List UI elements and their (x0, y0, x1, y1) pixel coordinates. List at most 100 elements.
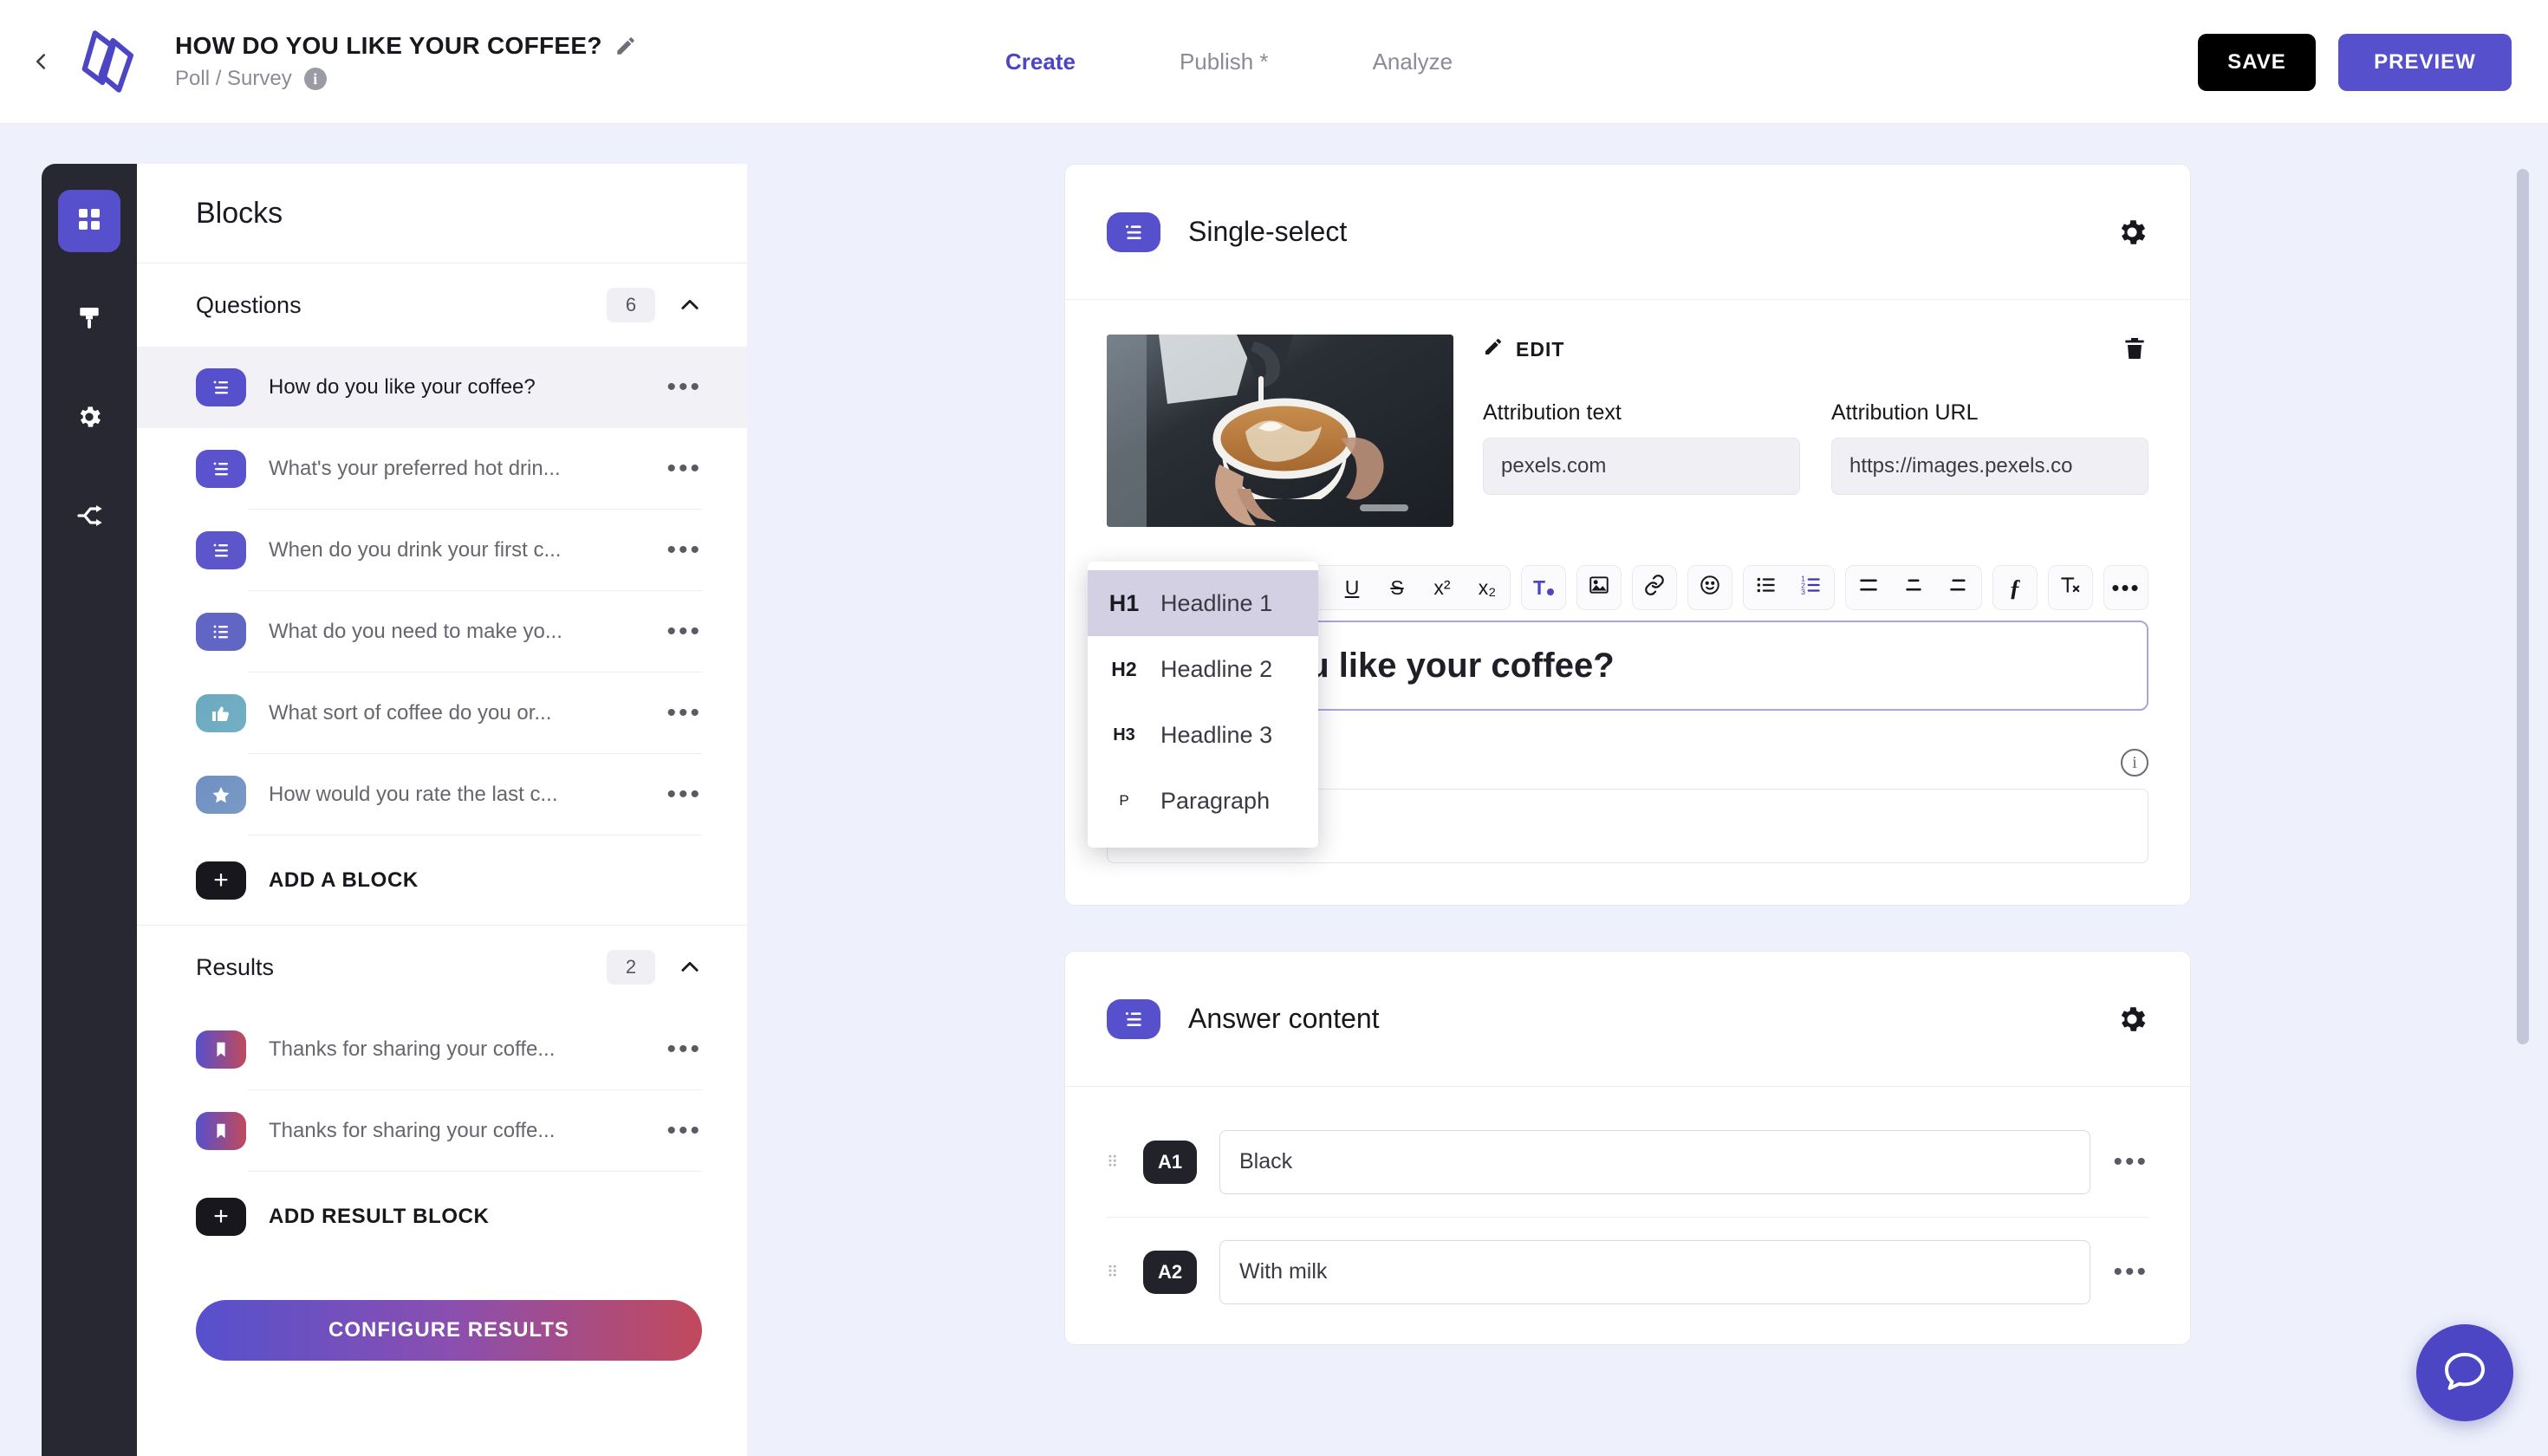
drag-handle-icon[interactable]: ⠿ (1107, 1264, 1129, 1279)
strikethrough-button[interactable]: S (1375, 565, 1420, 610)
style-option-label: Headline 2 (1160, 655, 1273, 682)
chat-support-button[interactable] (2416, 1324, 2513, 1421)
save-button[interactable]: SAVE (2198, 33, 2316, 91)
row-menu-icon[interactable]: ••• (666, 537, 702, 563)
sidebar-item-question-3[interactable]: When do you drink your first c... ••• (137, 510, 747, 591)
star-icon (196, 776, 246, 814)
svg-text:3: 3 (1801, 588, 1805, 596)
row-menu-icon[interactable]: ••• (666, 700, 702, 726)
superscript-button[interactable]: x² (1420, 565, 1465, 610)
sidebar-item-question-6[interactable]: How would you rate the last c... ••• (137, 754, 747, 835)
insert-variable-button[interactable]: ƒ (1992, 565, 2038, 610)
pencil-icon[interactable] (614, 35, 637, 57)
tab-analyze[interactable]: Analyze (1373, 49, 1453, 75)
insert-emoji-button[interactable] (1687, 565, 1732, 610)
row-menu-icon[interactable]: ••• (666, 782, 702, 808)
add-a-block-label: ADD A BLOCK (269, 868, 419, 892)
sidebar-item-label: When do you drink your first c... (269, 538, 562, 562)
align-center-icon (1902, 574, 1925, 601)
sidebar-item-label: How would you rate the last c... (269, 783, 558, 806)
attribution-text-input[interactable] (1483, 438, 1800, 495)
tab-publish[interactable]: Publish * (1180, 49, 1269, 75)
row-menu-icon[interactable]: ••• (666, 619, 702, 645)
thumbs-up-icon (196, 694, 246, 732)
row-menu-icon[interactable]: ••• (666, 1037, 702, 1063)
top-bar-actions: SAVE PREVIEW (2198, 0, 2512, 124)
answer-input-a2[interactable]: With milk (1219, 1240, 2091, 1304)
subscript-button[interactable]: x₂ (1465, 565, 1510, 610)
answer-row-menu-icon[interactable]: ••• (2113, 1259, 2148, 1285)
primary-nav-tabs: Create Publish * Analyze (1005, 0, 1453, 124)
gear-icon[interactable] (2116, 1003, 2148, 1036)
configure-results-button[interactable]: CONFIGURE RESULTS (196, 1300, 702, 1361)
align-right-button[interactable] (1936, 565, 1981, 610)
sidebar-item-label: Thanks for sharing your coffe... (269, 1119, 556, 1142)
preview-button[interactable]: PREVIEW (2338, 33, 2512, 91)
style-option-h3[interactable]: H3 Headline 3 (1088, 702, 1318, 768)
tab-create[interactable]: Create (1005, 49, 1076, 75)
edit-image-button[interactable]: EDIT (1483, 336, 1564, 362)
align-left-button[interactable] (1846, 565, 1891, 610)
insert-link-button[interactable] (1632, 565, 1677, 610)
single-select-icon (1107, 211, 1160, 252)
single-select-icon (196, 531, 246, 569)
info-outline-icon[interactable]: i (2121, 749, 2148, 777)
rail-item-logic[interactable] (58, 486, 120, 549)
media-toolbar: EDIT (1483, 335, 2148, 364)
text-color-glyph: T (1532, 575, 1546, 599)
add-result-block-button[interactable]: + ADD RESULT BLOCK (137, 1172, 747, 1262)
chevron-up-icon[interactable] (678, 293, 702, 317)
numbered-list-button[interactable]: 123 (1789, 565, 1834, 610)
rail-item-settings[interactable] (58, 387, 120, 450)
answer-row-menu-icon[interactable]: ••• (2113, 1149, 2148, 1175)
gear-icon (75, 403, 103, 435)
style-option-paragraph[interactable]: P Paragraph (1088, 768, 1318, 834)
gear-icon[interactable] (2116, 216, 2148, 249)
scrollbar-thumb[interactable] (2517, 169, 2529, 1044)
row-menu-icon[interactable]: ••• (666, 374, 702, 400)
chevron-up-icon[interactable] (678, 955, 702, 979)
sidebar-item-question-2[interactable]: What's your preferred hot drin... ••• (137, 428, 747, 510)
rail-item-design[interactable] (58, 289, 120, 351)
row-menu-icon[interactable]: ••• (666, 456, 702, 482)
sidebar-item-question-4[interactable]: What do you need to make yo... ••• (137, 591, 747, 673)
drag-handle-icon[interactable]: ⠿ (1107, 1154, 1129, 1169)
question-card-title: Single-select (1188, 216, 1348, 247)
more-options-button[interactable]: ••• (2103, 565, 2148, 610)
sidebar-item-question-5[interactable]: What sort of coffee do you or... ••• (137, 673, 747, 754)
style-option-label: Paragraph (1160, 787, 1271, 814)
numbered-list-icon: 123 (1800, 574, 1823, 601)
bookmark-icon (196, 1112, 246, 1150)
row-menu-icon[interactable]: ••• (666, 1118, 702, 1144)
plus-icon: + (196, 861, 246, 900)
trash-icon[interactable] (2121, 335, 2148, 364)
brand-logo-icon[interactable] (62, 20, 146, 103)
main-canvas: Single-select EDIT Attribution text pexe… (1064, 164, 2191, 1390)
add-a-block-button[interactable]: + ADD A BLOCK (137, 835, 747, 926)
blocks-grid-icon (75, 205, 103, 237)
align-center-button[interactable] (1891, 565, 1936, 610)
insert-image-button[interactable] (1576, 565, 1622, 610)
row-divider (248, 1171, 702, 1172)
sidebar-item-result-1[interactable]: Thanks for sharing your coffe... ••• (137, 1009, 747, 1090)
style-option-h2[interactable]: H2 Headline 2 (1088, 636, 1318, 702)
attribution-text-field: Attribution text (1483, 400, 1800, 495)
question-block-card: Single-select EDIT Attribution text pexe… (1064, 164, 2191, 906)
underline-button[interactable]: U (1329, 565, 1375, 610)
text-color-button[interactable]: T (1521, 565, 1566, 610)
sidebar-item-result-2[interactable]: Thanks for sharing your coffe... ••• (137, 1090, 747, 1172)
bullet-list-button[interactable] (1744, 565, 1789, 610)
answer-input-a1[interactable]: Black (1219, 1130, 2091, 1194)
answer-tag: A1 (1143, 1141, 1197, 1184)
sidebar-item-question-1[interactable]: How do you like your coffee? ••• (137, 347, 747, 428)
info-icon[interactable]: i (303, 68, 327, 90)
sidebar-item-label: Thanks for sharing your coffe... (269, 1037, 556, 1061)
coffee-photo[interactable] (1107, 335, 1453, 527)
attribution-url-input[interactable] (1831, 438, 2148, 495)
style-option-h1[interactable]: H1 Headline 1 (1088, 570, 1318, 636)
attribution-text-label: Attribution text (1483, 400, 1622, 425)
rail-item-blocks[interactable] (58, 190, 120, 252)
answer-card-header: Answer content (1065, 952, 2190, 1087)
back-chevron-icon[interactable] (26, 42, 55, 81)
clear-format-button[interactable] (2048, 565, 2093, 610)
